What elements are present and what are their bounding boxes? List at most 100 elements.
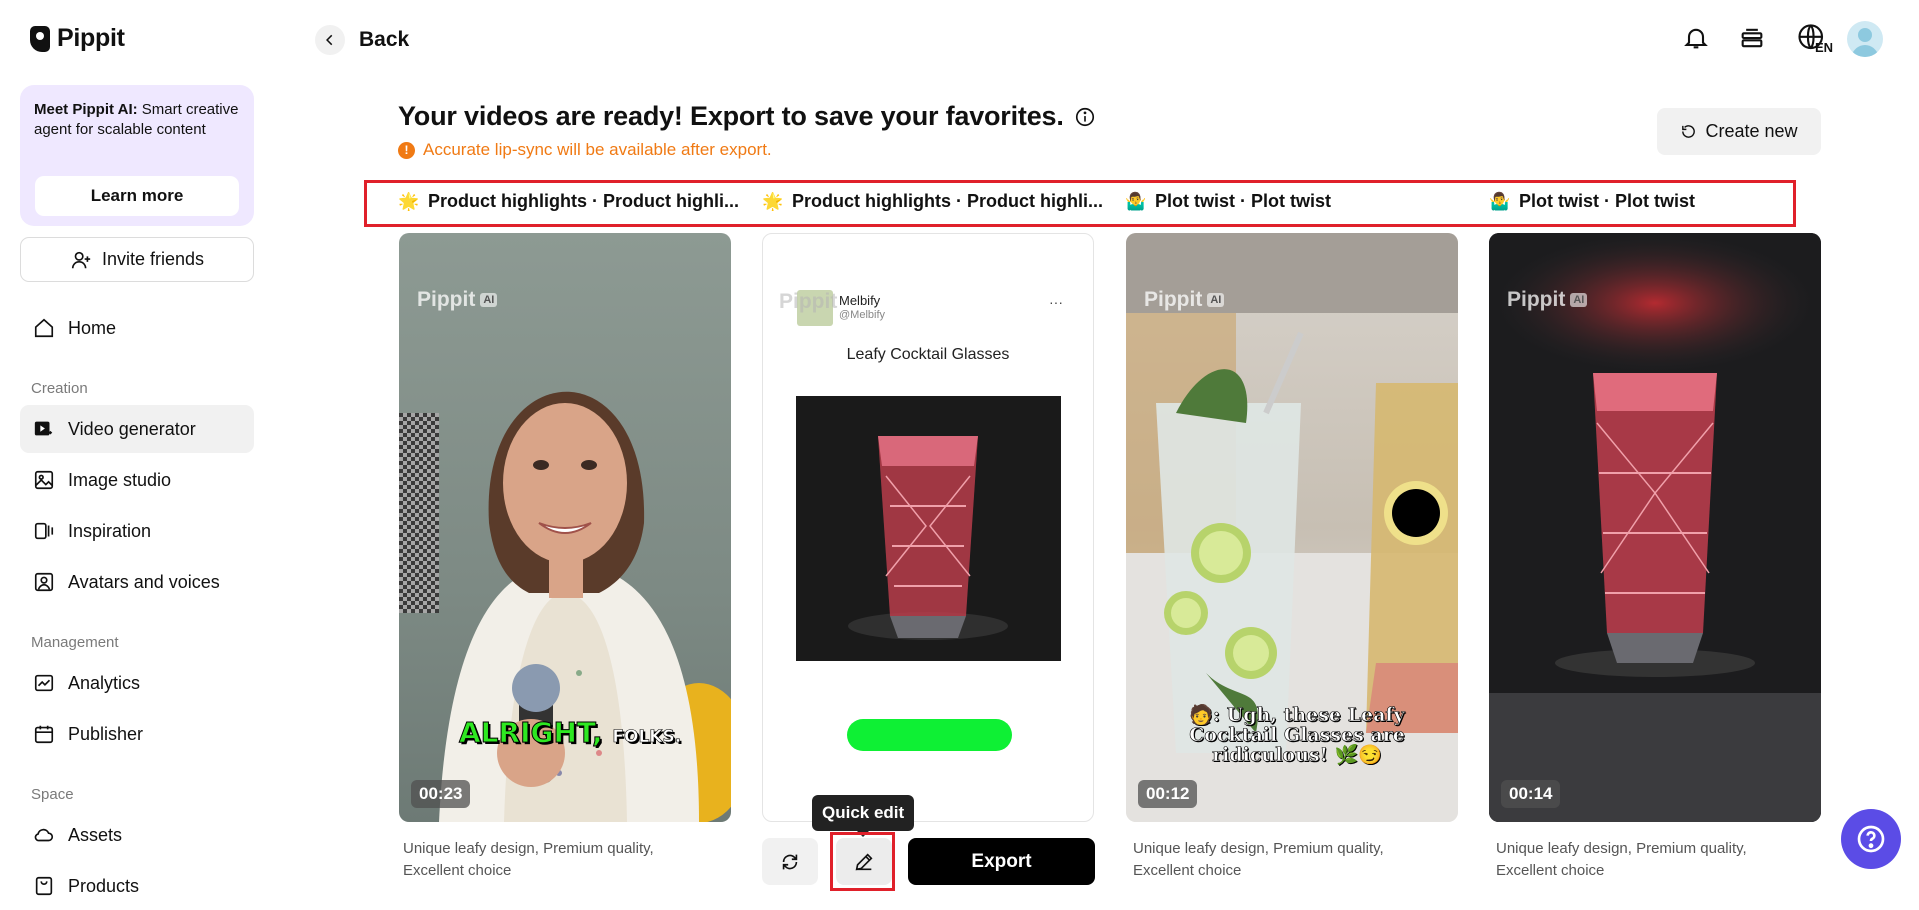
question-icon bbox=[1857, 825, 1885, 853]
refresh-icon bbox=[1682, 125, 1696, 138]
caption-main: ALRIGHT, bbox=[459, 716, 604, 750]
post-author: Melbify bbox=[839, 293, 881, 308]
inspiration-icon bbox=[32, 519, 56, 543]
nav-video-generator-label: Video generator bbox=[68, 418, 196, 439]
nav-image-studio-label: Image studio bbox=[68, 469, 172, 490]
back-label: Back bbox=[359, 28, 410, 51]
image-icon bbox=[32, 468, 56, 492]
nav-inspiration[interactable]: Inspiration bbox=[20, 507, 254, 555]
section-space: Space bbox=[31, 786, 74, 803]
star-icon: 🌟 bbox=[398, 191, 420, 211]
post-cta-button bbox=[847, 719, 1012, 751]
export-button[interactable]: Export bbox=[908, 838, 1095, 885]
style-tab-label: Product highlights · Product highli... bbox=[792, 191, 1103, 211]
post-handle: @Melbify bbox=[839, 309, 886, 321]
products-icon bbox=[32, 874, 56, 898]
nav-image-studio[interactable]: Image studio bbox=[20, 456, 254, 504]
video-card-3[interactable]: Pippit AI 🧑: Ugh, these Leafy Cocktail Gl… bbox=[1126, 233, 1458, 822]
back-button[interactable]: Back bbox=[315, 25, 409, 55]
product-image bbox=[796, 396, 1061, 661]
nav-home[interactable]: Home bbox=[20, 304, 254, 352]
add-user-icon bbox=[71, 251, 91, 268]
video-caption: 🧑: Ugh, these Leafy Cocktail Glasses are… bbox=[1189, 704, 1405, 766]
nav-avatars-voices-label: Avatars and voices bbox=[68, 571, 220, 592]
video-generator-icon bbox=[32, 417, 56, 441]
style-tab-label: Plot twist · Plot twist bbox=[1519, 191, 1695, 211]
style-tab-label: Plot twist · Plot twist bbox=[1155, 191, 1331, 211]
video-description-1: Unique leafy design, Premium quality, Ex… bbox=[403, 840, 654, 879]
nav-publisher-label: Publisher bbox=[68, 723, 144, 744]
pippit-watermark: Pippit AI bbox=[1507, 288, 1588, 312]
help-button[interactable] bbox=[1841, 809, 1901, 869]
calendar-icon bbox=[32, 722, 56, 746]
app-name: Pippit bbox=[57, 24, 125, 52]
style-tab-1[interactable]: 🌟 Product highlights · Product highli... bbox=[398, 191, 739, 212]
create-new-label: Create new bbox=[1705, 121, 1798, 141]
app-logo[interactable]: Pippit bbox=[30, 24, 125, 53]
user-avatar[interactable] bbox=[1847, 21, 1883, 57]
create-new-button[interactable]: Create new bbox=[1657, 108, 1821, 155]
pippit-watermark: Pippit AI bbox=[417, 288, 498, 312]
video-duration: 00:12 bbox=[1138, 780, 1198, 808]
nav-analytics-label: Analytics bbox=[68, 672, 141, 693]
video-duration: 00:14 bbox=[1501, 780, 1561, 808]
nav-assets[interactable]: Assets bbox=[20, 811, 254, 859]
style-tab-3[interactable]: 🤷‍♂️ Plot twist · Plot twist bbox=[1125, 191, 1331, 212]
bell-icon[interactable] bbox=[1678, 20, 1714, 56]
style-tab-2[interactable]: 🌟 Product highlights · Product highli... bbox=[762, 191, 1103, 212]
star-icon: 🌟 bbox=[762, 191, 784, 211]
cloud-icon bbox=[32, 823, 56, 847]
lip-sync-notice: ! Accurate lip-sync will be available af… bbox=[398, 140, 772, 160]
pippit-watermark: Pippit bbox=[779, 290, 838, 313]
video-caption: ALRIGHT, FOLKS. bbox=[459, 716, 682, 750]
invite-friends-button[interactable]: Invite friends bbox=[20, 237, 254, 282]
nav-assets-label: Assets bbox=[68, 824, 123, 845]
analytics-icon bbox=[32, 671, 56, 695]
info-icon[interactable] bbox=[1074, 106, 1096, 128]
nav-publisher[interactable]: Publisher bbox=[20, 710, 254, 758]
nav-analytics[interactable]: Analytics bbox=[20, 659, 254, 707]
style-tab-4[interactable]: 🤷‍♂️ Plot twist · Plot twist bbox=[1489, 191, 1695, 212]
pippit-logo-icon bbox=[30, 25, 50, 52]
nav-products[interactable]: Products bbox=[20, 862, 254, 910]
sidebar: Pippit Meet Pippit AI: Smart creative ag… bbox=[0, 0, 270, 896]
page-title: Your videos are ready! Export to save yo… bbox=[398, 101, 1096, 132]
nav-avatars-voices[interactable]: Avatars and voices bbox=[20, 558, 254, 606]
chevron-left-icon bbox=[315, 25, 345, 55]
video-card-1[interactable]: Pippit AI ALRIGHT, FOLKS. 00:23 bbox=[399, 233, 731, 822]
video-duration: 00:23 bbox=[411, 780, 471, 808]
video-card-2[interactable]: Melbify @Melbify Pippit ··· Leafy Cockta… bbox=[762, 233, 1094, 822]
quick-edit-highlight bbox=[830, 832, 895, 891]
nav-home-label: Home bbox=[68, 317, 117, 338]
nav-inspiration-label: Inspiration bbox=[68, 520, 152, 541]
section-management: Management bbox=[31, 634, 119, 651]
caption-sub: FOLKS. bbox=[612, 727, 682, 748]
warning-icon: ! bbox=[398, 141, 415, 159]
learn-more-button[interactable]: Learn more bbox=[35, 176, 239, 216]
page-title-text: Your videos are ready! Export to save yo… bbox=[398, 101, 1064, 131]
nav-video-generator[interactable]: Video generator bbox=[20, 405, 254, 453]
tasks-icon[interactable] bbox=[1734, 20, 1770, 56]
invite-friends-label: Invite friends bbox=[101, 249, 205, 269]
section-creation: Creation bbox=[31, 380, 88, 397]
pippit-watermark: Pippit AI bbox=[1144, 288, 1225, 312]
style-tab-label: Product highlights · Product highli... bbox=[428, 191, 739, 211]
nav-products-label: Products bbox=[68, 875, 140, 896]
promo-text: Meet Pippit AI: Smart creative agent for… bbox=[34, 101, 239, 138]
glass-thumbnail bbox=[1489, 233, 1821, 822]
shrug-icon: 🤷‍♂️ bbox=[1489, 191, 1511, 211]
promo-card: Meet Pippit AI: Smart creative agent for… bbox=[20, 85, 254, 226]
video-description-4: Unique leafy design, Premium quality, Ex… bbox=[1496, 840, 1747, 879]
video-card-4[interactable]: Pippit AI 00:14 bbox=[1489, 233, 1821, 822]
video-description-3: Unique leafy design, Premium quality, Ex… bbox=[1133, 840, 1384, 879]
lip-sync-notice-text: Accurate lip-sync will be available afte… bbox=[423, 140, 772, 159]
quick-edit-tooltip: Quick edit bbox=[812, 795, 915, 837]
regenerate-button[interactable] bbox=[762, 838, 818, 885]
refresh-icon bbox=[782, 854, 798, 869]
more-icon[interactable]: ··· bbox=[1049, 294, 1063, 310]
avatar-icon bbox=[32, 570, 56, 594]
language-code: EN bbox=[1815, 40, 1834, 55]
shrug-icon: 🤷‍♂️ bbox=[1125, 191, 1147, 211]
language-selector[interactable]: EN bbox=[1789, 20, 1835, 56]
home-icon bbox=[32, 316, 56, 340]
